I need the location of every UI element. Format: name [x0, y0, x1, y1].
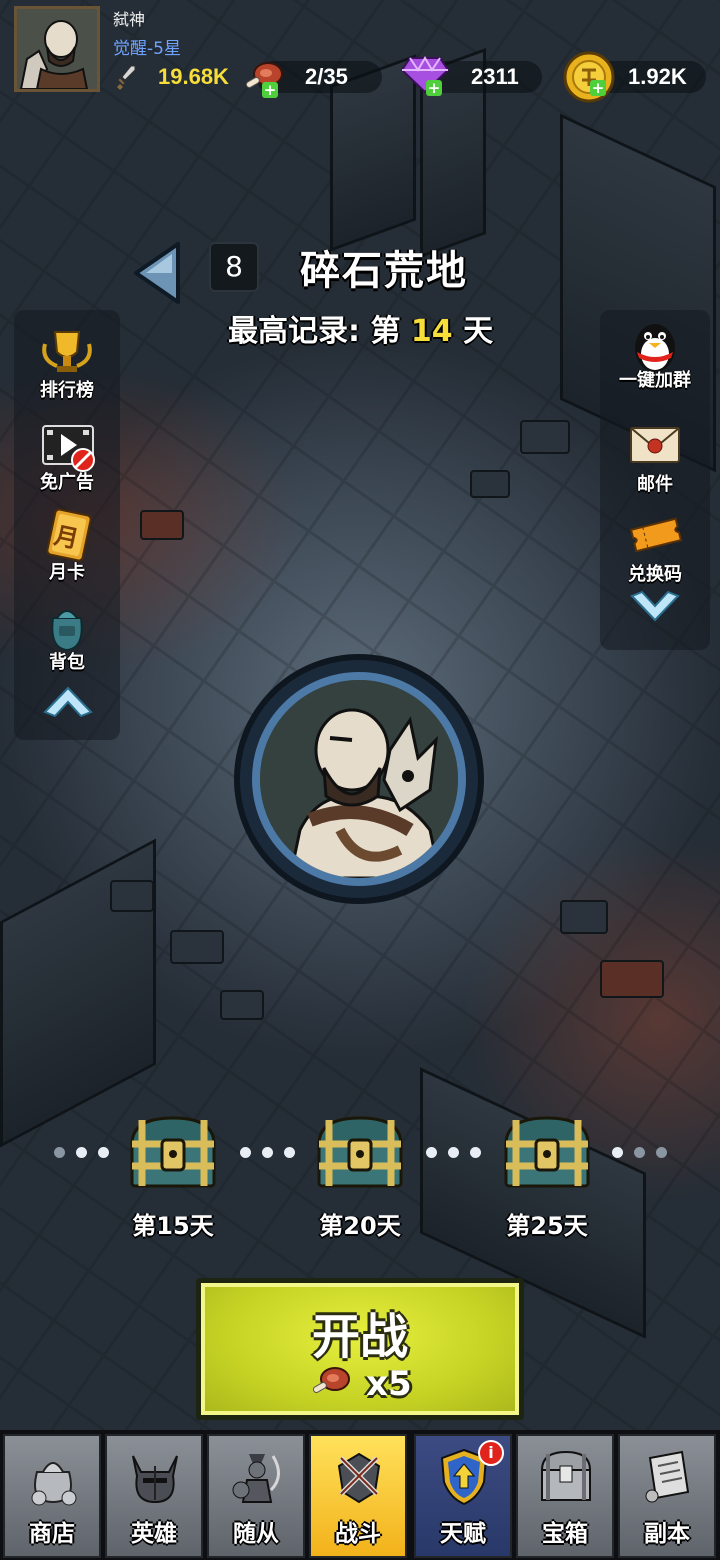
gold-value: 1.92K	[628, 64, 687, 89]
best-record-suffix: 天	[463, 314, 494, 349]
rubble	[170, 930, 224, 964]
monthly-card-icon: 月	[46, 508, 92, 562]
chest-icon	[504, 1116, 590, 1188]
helmet-icon	[132, 1455, 178, 1504]
mail-icon	[630, 427, 680, 463]
awakening-level: 觉醒-5星	[113, 39, 181, 59]
tab-heroes-label: 英雄	[131, 1521, 177, 1547]
milestone-label-3: 第25天	[506, 1212, 588, 1240]
tab-shop[interactable]: 商店	[3, 1434, 101, 1558]
start-battle-cost: x5	[201, 1361, 519, 1404]
ticket-icon	[629, 517, 683, 553]
progress-dot	[262, 1147, 273, 1158]
tab-followers-label: 随从	[233, 1521, 279, 1547]
rubble	[470, 470, 510, 498]
best-record: 最高记录: 第 14 天	[228, 306, 493, 350]
start-battle-label: 开战	[311, 1309, 408, 1365]
player-name: 弑神	[113, 10, 146, 29]
hero-portrait[interactable]	[234, 654, 484, 904]
progress-dot	[448, 1147, 459, 1158]
bottom-nav: 商店 英雄 随从 战斗 i 天赋 宝箱 副本	[0, 1430, 720, 1560]
tab-heroes[interactable]: 英雄	[105, 1434, 203, 1558]
expand-right-menu-icon[interactable]	[628, 590, 682, 626]
stage-name: 碎石荒地	[300, 248, 468, 294]
add-stamina-button[interactable]: +	[262, 82, 278, 98]
progress-dot	[240, 1147, 251, 1158]
tab-followers[interactable]: 随从	[207, 1434, 305, 1558]
rubble	[520, 420, 570, 454]
backpack-icon	[51, 610, 83, 652]
tab-chests-label: 宝箱	[542, 1521, 588, 1547]
stamina-value: 2/35	[305, 64, 348, 89]
join-group-button[interactable]: 一键加群	[605, 316, 705, 392]
tab-battle[interactable]: 战斗	[309, 1434, 407, 1558]
add-gold-button[interactable]: +	[590, 80, 606, 96]
meat-icon	[313, 1367, 351, 1393]
trophy-icon	[42, 331, 92, 372]
progress-dot	[656, 1147, 667, 1158]
best-record-day: 14	[410, 314, 453, 349]
chest-icon	[317, 1116, 403, 1188]
progress-dot	[470, 1147, 481, 1158]
milestone-chest-1[interactable]	[126, 1114, 220, 1190]
follower-icon	[232, 1454, 280, 1503]
gem-icon	[400, 56, 450, 94]
start-battle-button[interactable]: 开战 x5	[196, 1278, 524, 1420]
backpack-button[interactable]: 背包	[19, 598, 115, 674]
gold-coin-icon	[563, 51, 615, 103]
talent-notification-badge: i	[478, 1440, 504, 1466]
progress-dot	[426, 1147, 437, 1158]
tab-dungeon-label: 副本	[644, 1521, 690, 1547]
chest-icon	[130, 1116, 216, 1188]
rubble	[560, 900, 608, 934]
gems-value: 2311	[471, 64, 519, 89]
best-record-prefix: 最高记录: 第	[228, 314, 401, 349]
penguin-icon	[635, 324, 675, 372]
start-battle-cost-value: x5	[366, 1364, 412, 1404]
rubble	[140, 510, 184, 540]
mail-button[interactable]: 邮件	[605, 420, 705, 496]
progress-dot	[54, 1147, 65, 1158]
tab-talent-label: 天赋	[440, 1521, 486, 1547]
tab-talent[interactable]: i 天赋	[414, 1434, 512, 1558]
power-value: 19.68K	[158, 64, 229, 89]
tab-battle-label: 战斗	[335, 1521, 381, 1547]
crossed-swords-icon	[337, 1452, 381, 1504]
chest-icon	[540, 1450, 592, 1501]
rubble	[110, 880, 154, 912]
warrior-portrait-icon	[17, 9, 97, 89]
hero-warrior-icon	[260, 680, 458, 878]
milestone-label-1: 第15天	[132, 1212, 214, 1240]
player-avatar[interactable]	[14, 6, 100, 92]
tab-dungeon[interactable]: 副本	[618, 1434, 716, 1558]
no-ads-icon	[42, 425, 95, 472]
monthly-card-button[interactable]: 月 月卡	[19, 508, 115, 584]
previous-stage-arrow-icon[interactable]	[132, 240, 182, 306]
progress-dot	[76, 1147, 87, 1158]
sword-icon	[117, 65, 136, 90]
stage-number: 8	[209, 242, 259, 292]
milestone-chest-2[interactable]	[313, 1114, 407, 1190]
progress-dot	[284, 1147, 295, 1158]
rubble	[220, 990, 264, 1020]
add-gems-button[interactable]: +	[426, 80, 442, 96]
tab-shop-label: 商店	[29, 1521, 75, 1547]
tab-chests[interactable]: 宝箱	[516, 1434, 614, 1558]
redeem-code-button[interactable]: 兑换码	[605, 510, 705, 586]
rubble	[600, 960, 664, 998]
collapse-left-menu-icon[interactable]	[41, 682, 95, 718]
milestone-label-2: 第20天	[319, 1212, 401, 1240]
money-bag-icon	[31, 1462, 77, 1506]
scroll-icon	[645, 1450, 690, 1503]
progress-dot	[98, 1147, 109, 1158]
no-ads-button[interactable]: 免广告	[19, 418, 115, 494]
progress-dot	[634, 1147, 645, 1158]
leaderboard-button[interactable]: 排行榜	[19, 326, 115, 402]
progress-dot	[612, 1147, 623, 1158]
milestone-chest-3[interactable]	[500, 1114, 594, 1190]
